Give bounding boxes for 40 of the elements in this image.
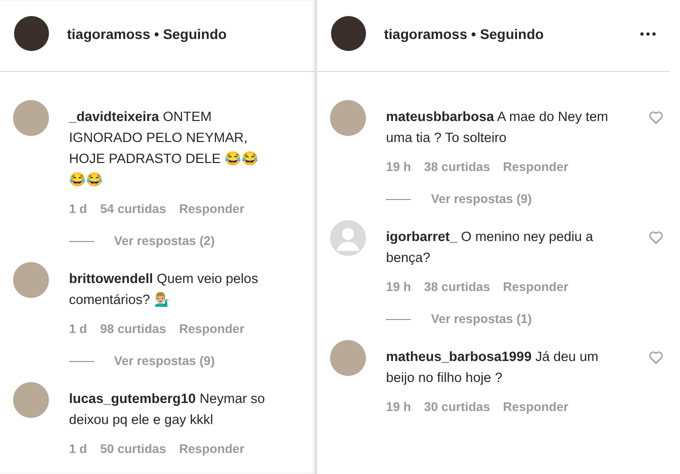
reply-button[interactable]: Responder	[503, 160, 568, 174]
more-options-icon[interactable]	[640, 32, 656, 36]
comment-text: mateusbbarbosa A mae do Ney tem uma tia ? To solteiro	[386, 108, 610, 147]
separator-dot: •	[154, 26, 160, 42]
heart-icon[interactable]	[649, 231, 663, 244]
likes-link[interactable]: 30 curtidas	[424, 400, 490, 414]
reply-button[interactable]: Responder	[179, 322, 244, 336]
following-button[interactable]: Seguindo	[480, 26, 544, 42]
heart-icon[interactable]	[649, 111, 663, 124]
reply-button[interactable]: Responder	[179, 202, 244, 216]
username-link[interactable]: tiagoramoss	[67, 26, 150, 42]
view-replies-button[interactable]: Ver respostas (1)	[431, 312, 532, 326]
likes-link[interactable]: 50 curtidas	[100, 442, 166, 456]
comment-time: 1 d	[69, 442, 88, 456]
comment-time: 19 h	[386, 400, 412, 414]
likes-link[interactable]: 98 curtidas	[100, 322, 166, 336]
comment-text: matheus_barbosa1999 Já deu um beijo no filho hoje ?	[386, 348, 600, 387]
reply-button[interactable]: Responder	[503, 280, 568, 294]
likes-link[interactable]: 38 curtidas	[424, 280, 490, 294]
comment-text: lucas_gutemberg10 Neymar so deixou pq ele e gay kkkl	[69, 390, 266, 429]
avatar-photo-placeholder[interactable]	[14, 16, 49, 51]
reply-button[interactable]: Responder	[503, 400, 568, 414]
avatar-photo-placeholder[interactable]	[331, 16, 366, 51]
comment-time: 1 d	[69, 202, 88, 216]
following-button[interactable]: Seguindo	[162, 26, 227, 42]
reply-button[interactable]: Responder	[179, 442, 244, 456]
username-link[interactable]: tiagoramoss	[384, 26, 468, 42]
view-replies-button[interactable]: Ver respostas (2)	[114, 234, 215, 248]
likes-link[interactable]: 38 curtidas	[424, 160, 490, 174]
heart-icon[interactable]	[649, 351, 663, 364]
view-replies-button[interactable]: Ver respostas (9)	[114, 354, 215, 368]
comment-time: 1 d	[69, 322, 88, 336]
comment-text: igorbarret_ O menino ney pediu a bença?	[386, 228, 594, 267]
comment-time: 19 h	[386, 160, 412, 174]
separator-dot: •	[471, 26, 476, 42]
comment-text: brittowendell Quem veio pelos comentários? 💁🏼‍♂	[69, 270, 260, 309]
likes-link[interactable]: 54 curtidas	[100, 202, 166, 216]
comment-text: _davidteixeira ONTEM IGNORADO PELO NEYMAR, HOJE PADRASTO DELE 😂😂😂😂	[69, 108, 260, 189]
comment-time: 19 h	[386, 280, 412, 294]
view-replies-button[interactable]: Ver respostas (9)	[431, 192, 532, 206]
